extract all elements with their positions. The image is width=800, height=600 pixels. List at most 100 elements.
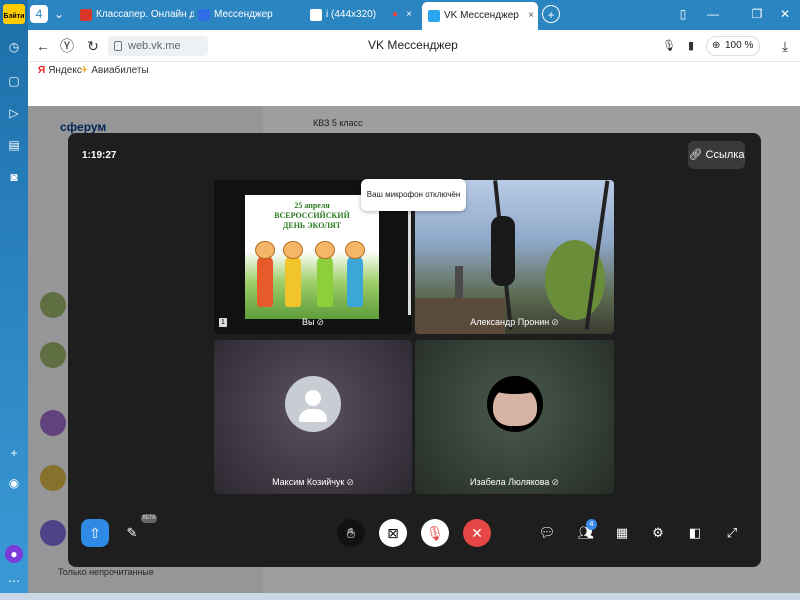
notes-icon[interactable]: ▤ xyxy=(5,136,23,154)
bookmark-tab-icon[interactable]: ▯ xyxy=(674,5,692,23)
circle-app-icon[interactable]: ◉ xyxy=(5,474,23,492)
bookmark-label: Авиабилеты xyxy=(91,65,149,76)
participant-name-text: Александр Пронин xyxy=(470,317,550,327)
bookmark-label: Яндекс xyxy=(48,65,82,76)
scrollbar[interactable] xyxy=(408,200,411,315)
bookmark-icon[interactable]: ▮ xyxy=(682,37,700,55)
yandex-logo-badge[interactable]: Бэйти xyxy=(3,4,25,24)
poster-line: ВСЕРОССИЙСКИЙ xyxy=(274,211,350,220)
gear-icon[interactable]: ⚙ xyxy=(647,522,669,544)
bookmarks-bar: Я Яндекс ✈ Авиабилеты xyxy=(28,62,800,82)
bookmark-yandex[interactable]: Я Яндекс xyxy=(38,65,82,76)
tab-image[interactable]: i (444x320) ● × xyxy=(304,4,416,26)
camera-icon[interactable]: ◙ xyxy=(5,168,23,186)
participant-name: Вы ⊘ xyxy=(214,317,412,328)
chevron-down-icon[interactable]: ⌄ xyxy=(50,5,68,23)
tab-label: i (444x320) xyxy=(326,9,377,20)
restore-icon[interactable]: ❐ xyxy=(748,5,766,23)
mic-off-icon: ⊘ xyxy=(551,477,559,487)
yandex-icon: Я xyxy=(38,65,46,76)
call-timer: 1:19:27 xyxy=(82,150,117,161)
zoom-value: 100 % xyxy=(725,40,754,51)
close-window-icon[interactable]: ✕ xyxy=(776,5,794,23)
share-screen-button[interactable]: ⇧ xyxy=(81,519,109,547)
ecolyata-poster: 25 апреля ВСЕРОССИЙСКИЙ ДЕНЬ ЭКОЛЯТ xyxy=(245,195,379,319)
picture-in-picture-icon[interactable]: ◧ xyxy=(684,522,706,544)
tab-favicon xyxy=(198,9,210,21)
back-arrow-icon[interactable]: ← xyxy=(34,37,52,55)
call-window: 1:19:27 🔗︎ Ссылка 25 апреля ВСЕРОССИЙСКИ… xyxy=(68,133,761,567)
alice-icon[interactable]: ● xyxy=(5,545,23,563)
lock-icon xyxy=(114,41,122,51)
link-icon: 🔗︎ xyxy=(688,149,703,161)
user-icon-body xyxy=(299,409,327,422)
close-tab-icon[interactable]: × xyxy=(406,4,412,26)
hair xyxy=(487,376,543,394)
zoom-icon: ⊕ xyxy=(712,40,721,51)
user-icon xyxy=(305,390,321,406)
avatar xyxy=(487,376,543,432)
page-title: VK Мессенджер xyxy=(368,38,458,52)
video-tile-maxim[interactable]: Максим Козийчук ⊘ xyxy=(214,340,412,494)
yandex-shield-icon[interactable]: Ⓨ xyxy=(58,37,76,55)
cartoon-character xyxy=(315,241,335,307)
close-tab-icon[interactable]: × xyxy=(528,2,534,30)
end-call-button[interactable]: ✕ xyxy=(463,519,491,547)
chat-icon[interactable]: 💬︎ xyxy=(536,522,558,544)
whiteboard-icon[interactable]: ✎ xyxy=(121,522,143,544)
tab-vk-messenger[interactable]: VK Мессенджер × xyxy=(422,2,538,30)
link-button-label: Ссылка xyxy=(705,149,745,161)
fullscreen-icon[interactable]: ⤢ xyxy=(721,522,743,544)
browser-side-panel: Бэйти ◷ ▢ ▷ ▤ ◙ + ◉ ● ⋯ xyxy=(0,0,28,600)
zoom-indicator[interactable]: ⊕ 100 % xyxy=(706,36,761,56)
add-panel-icon[interactable]: + xyxy=(5,444,23,462)
mic-off-button[interactable]: 🎙︎ xyxy=(421,519,449,547)
mic-off-icon: ⊘ xyxy=(316,317,325,327)
mic-muted-tooltip: Ваш микрофон отключён xyxy=(361,179,466,211)
tab-label: Классапер. Онлайн доска xyxy=(96,9,194,20)
minimize-icon[interactable]: — xyxy=(704,5,722,23)
raise-hand-button[interactable]: ✋︎ xyxy=(337,519,365,547)
participant-name: Максим Козийчук ⊘ xyxy=(214,477,412,488)
copy-link-button[interactable]: 🔗︎ Ссылка xyxy=(688,141,745,169)
download-icon[interactable]: ⤓ xyxy=(776,37,794,55)
collections-icon[interactable]: ▢ xyxy=(5,72,23,90)
play-icon[interactable]: ▷ xyxy=(5,104,23,122)
tab-label: Мессенджер xyxy=(214,9,273,20)
tab-favicon xyxy=(80,9,92,21)
participant-name-text: Максим Козийчук xyxy=(272,477,345,487)
url-field[interactable]: web.vk.me xyxy=(108,36,208,56)
camera-off-button[interactable]: ⊠ xyxy=(379,519,407,547)
mic-off-icon: ⊘ xyxy=(551,317,559,327)
new-tab-button[interactable]: + xyxy=(542,5,560,23)
participant-name: Александр Пронин ⊘ xyxy=(415,317,614,328)
tab-list-icon[interactable]: 4 xyxy=(30,5,48,23)
cartoon-character xyxy=(345,241,365,307)
poster-line: ДЕНЬ ЭКОЛЯТ xyxy=(282,221,342,230)
plane-icon: ✈ xyxy=(80,65,89,76)
os-taskbar xyxy=(0,593,800,600)
tab-favicon xyxy=(310,9,322,21)
video-tile-izabela[interactable]: Изабела Люлякова ⊘ xyxy=(415,340,614,494)
more-icon[interactable]: ⋯ xyxy=(5,572,23,590)
layout-icon[interactable]: ▦ xyxy=(611,522,633,544)
beta-badge: BETA xyxy=(141,514,157,523)
participant-name: Изабела Люлякова ⊘ xyxy=(415,477,614,488)
building xyxy=(415,298,505,334)
tab-label: VK Мессенджер xyxy=(444,10,519,21)
address-bar: ← Ⓨ ↻ web.vk.me VK Мессенджер 🎙 ▮ ⊕ 100 … xyxy=(28,30,800,62)
tab-bar: 4 ⌄ Классапер. Онлайн доска Мессенджер i… xyxy=(28,0,800,30)
history-icon[interactable]: ◷ xyxy=(5,38,23,56)
person-silhouette xyxy=(491,216,515,286)
microphone-icon[interactable]: 🎙 xyxy=(660,37,678,55)
bookmark-aviabilety[interactable]: ✈ Авиабилеты xyxy=(80,65,149,76)
participant-name-text: Изабела Люлякова xyxy=(470,477,550,487)
tab-favicon xyxy=(428,10,440,22)
recording-dot-icon: ● xyxy=(391,9,398,20)
poster-title: 25 апреля ВСЕРОССИЙСКИЙ ДЕНЬ ЭКОЛЯТ xyxy=(245,201,379,231)
tab-messenger[interactable]: Мессенджер xyxy=(192,4,300,26)
poster-line: 25 апреля xyxy=(294,201,330,210)
tab-klassaper[interactable]: Классапер. Онлайн доска xyxy=(74,4,194,26)
cartoon-character xyxy=(255,241,275,307)
reload-icon[interactable]: ↻ xyxy=(84,37,102,55)
